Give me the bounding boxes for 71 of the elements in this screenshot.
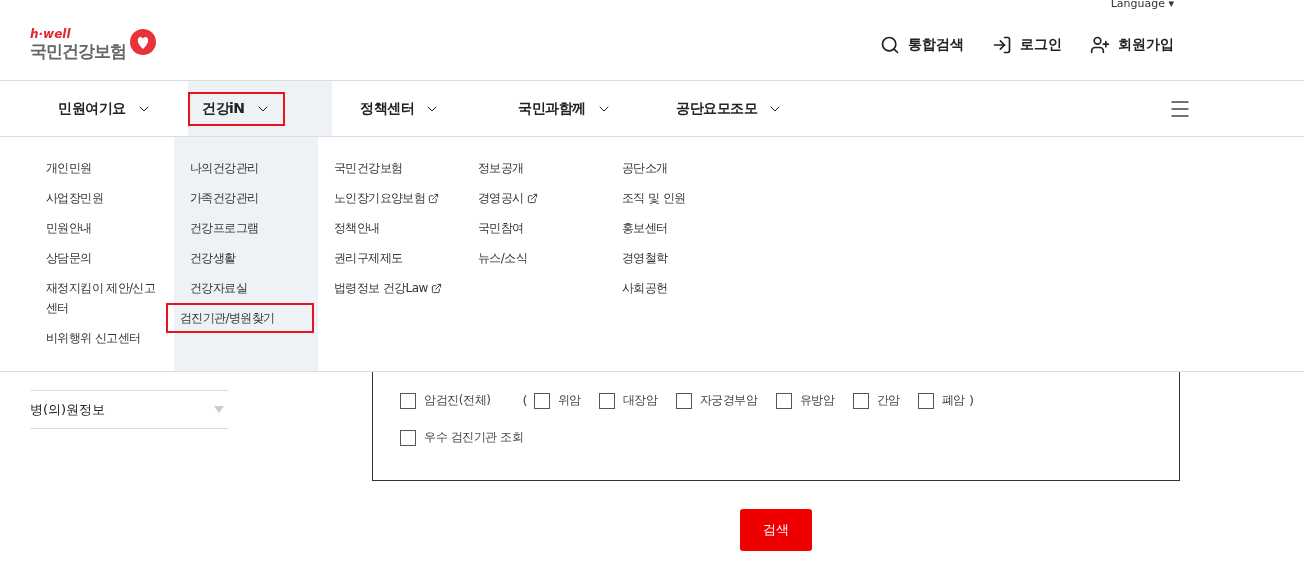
submenu-link[interactable]: 사회공헌 — [608, 273, 746, 303]
checkbox[interactable]: 암검진(전체) — [400, 392, 491, 409]
submenu-link[interactable]: 건강자료실 — [176, 273, 314, 303]
checkbox[interactable]: 우수 검진기관 조회 — [400, 429, 524, 446]
checkbox-box[interactable] — [598, 392, 615, 409]
search-link[interactable]: 통합검색 — [880, 35, 964, 55]
submenu-link[interactable]: 검진기관/병원찾기 — [166, 303, 314, 333]
submenu-link[interactable]: 공단소개 — [608, 153, 746, 183]
checkbox[interactable]: 자궁경부암 — [675, 392, 758, 409]
checkbox-box[interactable] — [852, 392, 869, 409]
submenu-link[interactable]: 국민건강보험 — [320, 153, 458, 183]
paren: ( — [522, 393, 528, 408]
nav-tab[interactable]: 국민과함께 — [504, 91, 626, 126]
checkbox-label: 폐암 — [941, 392, 965, 409]
nav-tab[interactable]: 공단요모조모 — [662, 91, 797, 126]
external-link-icon — [526, 192, 538, 204]
checkbox[interactable]: 대장암 — [598, 392, 658, 409]
search-button[interactable]: 검색 — [740, 509, 812, 551]
submenu-link[interactable]: 나의건강관리 — [176, 153, 314, 183]
checkbox-label: 암검진(전체) — [424, 392, 491, 409]
checkbox-box[interactable] — [917, 392, 934, 409]
join-link[interactable]: 회원가입 — [1090, 35, 1174, 55]
submenu-link[interactable]: 권리구제제도 — [320, 243, 458, 273]
submenu-link[interactable]: 정책안내 — [320, 213, 458, 243]
checkbox[interactable]: 간암 — [852, 392, 900, 409]
submenu-link[interactable]: 법령정보 건강Law — [320, 273, 458, 303]
submenu-link[interactable]: 건강프로그램 — [176, 213, 314, 243]
submenu-link[interactable]: 사업장민원 — [32, 183, 170, 213]
submenu-link[interactable]: 개인민원 — [32, 153, 170, 183]
submenu-link[interactable]: 경영철학 — [608, 243, 746, 273]
checkbox-label: 자궁경부암 — [699, 392, 758, 409]
checkbox-label: 우수 검진기관 조회 — [424, 429, 524, 446]
logo-name: 국민건강보험 — [30, 39, 126, 63]
checkbox-box[interactable] — [533, 392, 550, 409]
submenu-link[interactable]: 경영공시 — [464, 183, 602, 213]
checkbox[interactable]: 폐암 — [917, 392, 965, 409]
search-icon — [880, 35, 900, 55]
user-plus-icon — [1090, 35, 1110, 55]
checkbox-box[interactable] — [675, 392, 692, 409]
checkbox-label: 위암 — [557, 392, 581, 409]
submenu-link[interactable]: 민원안내 — [32, 213, 170, 243]
submenu-link[interactable]: 조직 및 인원 — [608, 183, 746, 213]
paren: ) — [968, 393, 974, 408]
checkbox-box[interactable] — [400, 429, 416, 446]
submenu-link[interactable]: 뉴스/소식 — [464, 243, 602, 273]
sidebar-item[interactable]: 병(의)원정보 — [30, 391, 228, 429]
nav-tab[interactable]: 건강iN — [188, 91, 285, 126]
submenu-link[interactable]: 홍보센터 — [608, 213, 746, 243]
dropdown-triangle-icon — [214, 406, 224, 413]
checkbox-label: 대장암 — [622, 392, 658, 409]
login-link[interactable]: 로그인 — [992, 35, 1062, 55]
external-link-icon — [428, 192, 440, 204]
submenu-link[interactable]: 노인장기요양보험 — [320, 183, 458, 213]
logo[interactable]: h·well 국민건강보험 — [30, 27, 158, 63]
submenu-link[interactable]: 국민참여 — [464, 213, 602, 243]
heart-bubble-icon — [128, 27, 158, 58]
submenu-link[interactable]: 정보공개 — [464, 153, 602, 183]
checkbox[interactable]: 유방암 — [775, 392, 835, 409]
login-arrow-icon — [992, 35, 1012, 55]
checkbox[interactable]: 위암 — [533, 392, 581, 409]
checkbox-box[interactable] — [775, 392, 792, 409]
checkbox-label: 간암 — [876, 392, 900, 409]
logo-tagline: h·well — [30, 27, 72, 40]
nav-tab[interactable]: 정책센터 — [346, 91, 454, 126]
nav-tab[interactable]: 민원여기요 — [44, 91, 166, 126]
submenu-link[interactable]: 가족건강관리 — [176, 183, 314, 213]
submenu-link[interactable]: 건강생활 — [176, 243, 314, 273]
checkbox-label: 유방암 — [799, 392, 835, 409]
submenu-link[interactable]: 상담문의 — [32, 243, 170, 273]
checkbox-box[interactable] — [400, 392, 416, 409]
external-link-icon — [430, 282, 442, 294]
